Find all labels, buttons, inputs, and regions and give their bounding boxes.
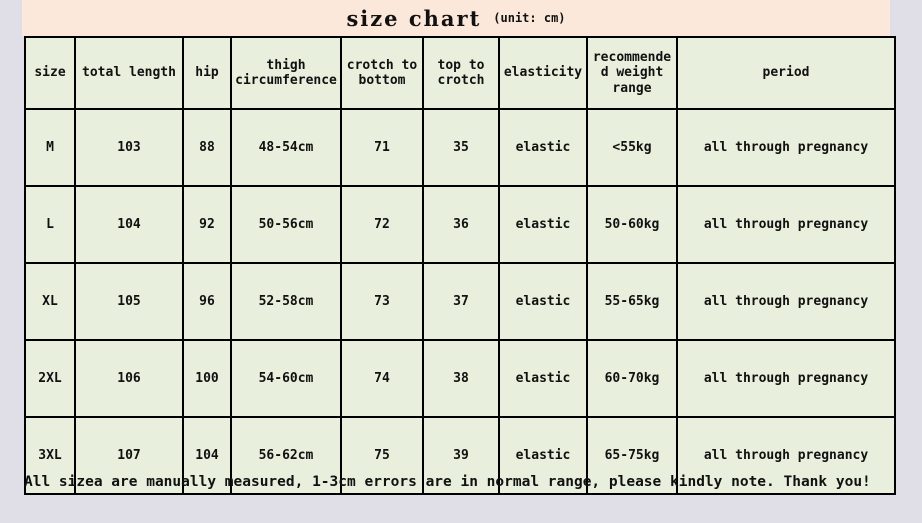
cell-period: all through pregnancy xyxy=(676,339,896,418)
cell-crotch-to-bottom: 73 xyxy=(340,262,424,341)
cell-top-to-crotch: 37 xyxy=(422,262,500,341)
table-row: L 104 92 50-56cm 72 36 elastic 50-60kg a… xyxy=(24,185,896,264)
table-row: M 103 88 48-54cm 71 35 elastic <55kg all… xyxy=(24,108,896,187)
cell-weight-range: <55kg xyxy=(586,108,678,187)
cell-period: all through pregnancy xyxy=(676,108,896,187)
cell-total-length: 105 xyxy=(74,262,184,341)
cell-hip: 96 xyxy=(182,262,232,341)
cell-size: 2XL xyxy=(24,339,76,418)
size-chart-table: size total length hip thigh circumferenc… xyxy=(24,36,896,495)
measurement-disclaimer: All sizea are manually measured, 1-3cm e… xyxy=(24,474,871,490)
cell-total-length: 106 xyxy=(74,339,184,418)
unit-label: (unit: cm) xyxy=(493,11,566,25)
chart-title-row: size chart (unit: cm) xyxy=(22,0,890,36)
cell-top-to-crotch: 36 xyxy=(422,185,500,264)
column-header-total-length: total length xyxy=(74,36,184,110)
cell-elasticity: elastic xyxy=(498,339,588,418)
cell-thigh-circumference: 54-60cm xyxy=(230,339,342,418)
column-header-crotch-to-bottom: crotch to bottom xyxy=(340,36,424,110)
cell-weight-range: 50-60kg xyxy=(586,185,678,264)
cell-total-length: 103 xyxy=(74,108,184,187)
column-header-top-to-crotch: top to crotch xyxy=(422,36,500,110)
column-header-period: period xyxy=(676,36,896,110)
cell-crotch-to-bottom: 72 xyxy=(340,185,424,264)
cell-thigh-circumference: 48-54cm xyxy=(230,108,342,187)
cell-thigh-circumference: 50-56cm xyxy=(230,185,342,264)
column-header-weight-range: recommended weight range xyxy=(586,36,678,110)
cell-weight-range: 55-65kg xyxy=(586,262,678,341)
cell-total-length: 104 xyxy=(74,185,184,264)
cell-elasticity: elastic xyxy=(498,262,588,341)
column-header-size: size xyxy=(24,36,76,110)
page-title: size chart xyxy=(346,5,482,31)
cell-hip: 92 xyxy=(182,185,232,264)
cell-weight-range: 60-70kg xyxy=(586,339,678,418)
cell-top-to-crotch: 38 xyxy=(422,339,500,418)
cell-hip: 88 xyxy=(182,108,232,187)
cell-period: all through pregnancy xyxy=(676,185,896,264)
cell-size: L xyxy=(24,185,76,264)
cell-crotch-to-bottom: 71 xyxy=(340,108,424,187)
table-row: XL 105 96 52-58cm 73 37 elastic 55-65kg … xyxy=(24,262,896,341)
table-row: 2XL 106 100 54-60cm 74 38 elastic 60-70k… xyxy=(24,339,896,418)
cell-crotch-to-bottom: 74 xyxy=(340,339,424,418)
column-header-hip: hip xyxy=(182,36,232,110)
column-header-thigh-circumference: thigh circumference xyxy=(230,36,342,110)
cell-top-to-crotch: 35 xyxy=(422,108,500,187)
cell-elasticity: elastic xyxy=(498,108,588,187)
cell-thigh-circumference: 52-58cm xyxy=(230,262,342,341)
table-header-row: size total length hip thigh circumferenc… xyxy=(24,36,896,110)
cell-size: XL xyxy=(24,262,76,341)
cell-elasticity: elastic xyxy=(498,185,588,264)
cell-hip: 100 xyxy=(182,339,232,418)
column-header-elasticity: elasticity xyxy=(498,36,588,110)
cell-size: M xyxy=(24,108,76,187)
cell-period: all through pregnancy xyxy=(676,262,896,341)
